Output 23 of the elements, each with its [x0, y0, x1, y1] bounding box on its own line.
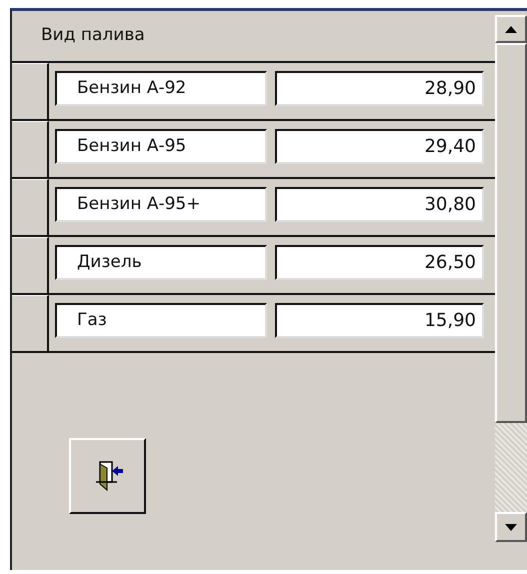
- price-field[interactable]: 15,90: [275, 303, 484, 338]
- price-field[interactable]: 28,90: [275, 71, 484, 106]
- fuel-type-field[interactable]: Бензин А-95+: [55, 187, 267, 222]
- record-selector[interactable]: [12, 121, 49, 177]
- exit-button[interactable]: [69, 438, 146, 514]
- down-arrow-icon: [505, 524, 517, 530]
- fuel-type-field[interactable]: Газ: [55, 303, 267, 338]
- record-selector[interactable]: [12, 237, 49, 293]
- price-field[interactable]: 26,50: [275, 245, 484, 280]
- fuel-type-field[interactable]: Дизель: [55, 245, 267, 280]
- record-selector[interactable]: [12, 179, 49, 235]
- fuel-type-field[interactable]: Бензин А-92: [55, 71, 267, 106]
- column-header: Вид палива: [41, 24, 145, 48]
- record-selector[interactable]: [12, 63, 49, 119]
- scroll-thumb[interactable]: [495, 43, 527, 423]
- price-field[interactable]: 29,40: [275, 129, 484, 164]
- vertical-scrollbar[interactable]: [495, 15, 527, 542]
- price-field[interactable]: 30,80: [275, 187, 484, 222]
- up-arrow-icon: [505, 26, 517, 32]
- scroll-up-button[interactable]: [495, 15, 527, 43]
- record-selector[interactable]: [12, 295, 49, 351]
- fuel-type-field[interactable]: Бензин А-95: [55, 129, 267, 164]
- scroll-down-button[interactable]: [495, 512, 527, 542]
